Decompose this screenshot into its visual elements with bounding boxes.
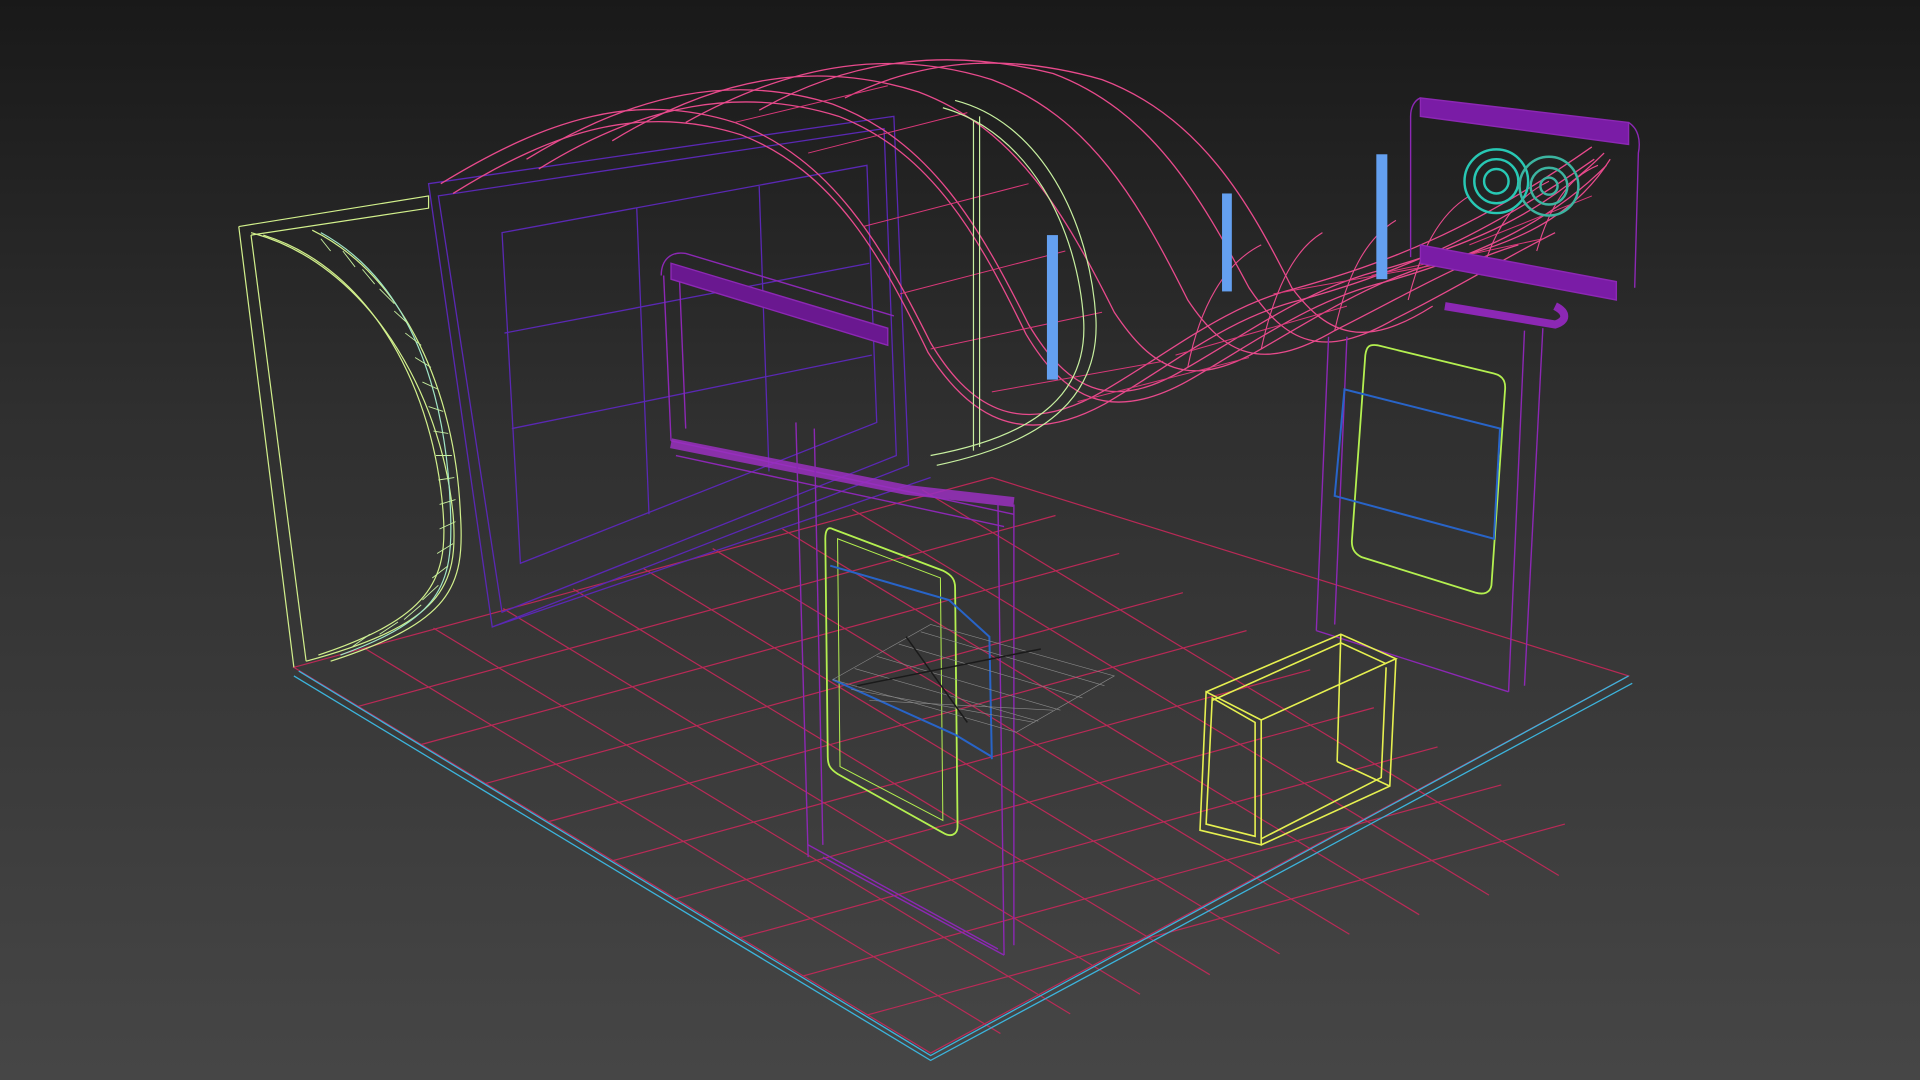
floor-edge	[294, 671, 1632, 1060]
front-arch-frame	[661, 253, 1014, 955]
ceiling-lights	[1046, 154, 1388, 380]
left-curved-wall	[239, 196, 461, 667]
back-wall-panel	[429, 116, 931, 627]
counter-box	[1200, 634, 1396, 845]
right-display-screen	[1335, 345, 1505, 594]
wireframe-scene[interactable]	[0, 0, 1920, 1080]
front-display-screen	[825, 528, 992, 835]
spiral-logo	[1463, 148, 1580, 217]
3d-viewport[interactable]	[0, 0, 1920, 1080]
